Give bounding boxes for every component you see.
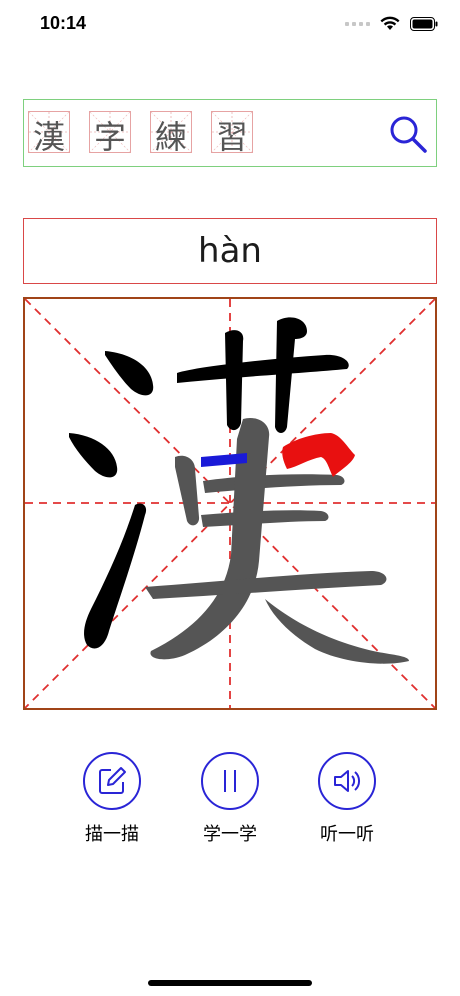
- stroke-pending: [145, 571, 387, 599]
- stroke-completed: [275, 317, 307, 433]
- character-canvas[interactable]: [23, 297, 437, 710]
- battery-icon: [410, 16, 438, 31]
- listen-button[interactable]: 听一听: [302, 752, 392, 846]
- title-char: 習: [215, 118, 248, 156]
- learn-button-label: 学一学: [203, 824, 257, 845]
- title-char-box: 練: [150, 111, 192, 156]
- stroke-completed: [84, 503, 147, 649]
- speaker-icon: [334, 770, 361, 792]
- stroke-completed: [69, 433, 118, 478]
- status-bar: 10:14: [0, 0, 460, 50]
- title-char-box: 習: [211, 111, 253, 156]
- stroke-pending: [175, 455, 200, 526]
- pinyin-text: hàn: [198, 231, 262, 271]
- listen-button-label: 听一听: [320, 824, 374, 845]
- learn-button[interactable]: 学一学: [185, 752, 275, 846]
- stroke-pending: [203, 474, 345, 493]
- learn-button-circle[interactable]: [201, 752, 259, 810]
- search-box[interactable]: 漢 字 練 習: [23, 99, 437, 167]
- stroke-completed: [177, 354, 349, 383]
- trace-button[interactable]: 描一描: [67, 752, 157, 846]
- pause-icon: [224, 770, 236, 792]
- title-char: 練: [154, 118, 187, 156]
- action-bar: 描一描 学一学 听一听: [0, 752, 460, 852]
- title-char: 字: [93, 118, 126, 156]
- status-icons: [345, 16, 438, 31]
- listen-button-circle[interactable]: [318, 752, 376, 810]
- stroke-pending: [265, 599, 409, 664]
- edit-icon: [99, 767, 126, 794]
- trace-button-label: 描一描: [85, 824, 139, 845]
- search-icon[interactable]: [388, 114, 428, 154]
- stroke-completed: [105, 351, 154, 396]
- title-char: 漢: [32, 118, 65, 156]
- trace-button-circle[interactable]: [83, 752, 141, 810]
- cellular-signal-icon: [345, 21, 370, 26]
- status-time: 10:14: [40, 13, 87, 33]
- stroke-canvas: [25, 299, 435, 708]
- title-char-box: 字: [89, 111, 131, 156]
- wifi-icon: [380, 16, 400, 31]
- title-char-box: 漢: [28, 111, 70, 156]
- stroke-completed: [225, 330, 244, 431]
- home-indicator[interactable]: [148, 980, 312, 986]
- pinyin-box: hàn: [23, 218, 437, 284]
- stroke-pending: [201, 510, 329, 527]
- stroke-pending: [150, 417, 270, 660]
